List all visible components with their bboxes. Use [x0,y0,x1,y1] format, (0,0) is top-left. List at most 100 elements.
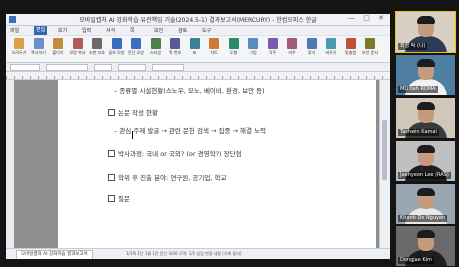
menu-item[interactable]: 보기 [58,27,67,34]
ribbon-toolbar: 오려두기 복사하기 붙이기 모양 복사 조판 부호 글자 모양 문단 모양 스타일 쪽 번호 표 차… [6,36,390,63]
menu-item[interactable]: 서식 [106,27,115,34]
participant-name: 최성 탁 (나) [398,43,428,50]
replace-icon [326,38,336,49]
sub-bullet-line: – 종류별 시설현황(스노우, 모노, 베이비, 환경, 보안 등) [114,85,265,95]
zoom-select[interactable] [152,64,184,71]
menu-item[interactable]: 파일 [10,27,19,34]
scroll-thumb[interactable] [382,120,387,180]
ribbon-button[interactable]: 쪽 번호 [166,37,184,61]
participant-name: Dongjae Kim [398,257,434,264]
security-icon [365,38,375,49]
left-gutter [6,80,14,248]
ribbon-button[interactable]: 미주 [283,37,301,61]
participant-tile[interactable]: Dongjae Kim [396,226,455,266]
person-hair [417,16,435,24]
title-bar: 모바일캡처 AI 강화학습 유관책임 기술(2024.5-1) 결과보고서(ME… [6,14,390,26]
ribbon-button[interactable]: 찾기 [303,37,321,61]
markup-icon [92,38,102,49]
person-hair [417,145,435,153]
line-text: – 관심 주제 발굴 → 관련 문헌 검색 → 집중 → 해결 노력 [114,127,267,135]
menu-item[interactable]: 도구 [202,27,211,34]
font-size-select[interactable] [94,64,112,71]
ribbon-button[interactable]: 바꾸기 [322,37,340,61]
ribbon-button[interactable]: 보안 문서 [361,37,379,61]
participant-tile[interactable]: Jaehyeon Lee (RAS) [396,141,455,181]
ribbon-button[interactable]: 차트 [205,37,223,61]
style-select[interactable] [10,64,40,71]
window-controls[interactable]: — ▢ ✕ [348,14,387,22]
font-select[interactable] [46,64,88,71]
vertical-scrollbar[interactable] [379,80,390,248]
menu-bar: 파일 편집 보기 입력 서식 쪽 보안 검토 도구 [6,26,390,35]
line-text: – 종류별 시설현황(스노우, 모노, 베이비, 환경, 보안 등) [114,87,265,95]
line-text: 논문 작성 현황 [118,109,159,117]
person-hair [417,230,435,238]
menu-item[interactable]: 쪽 [130,27,135,34]
checklist-item: 논문 작성 현황 [108,107,158,117]
ribbon-button[interactable]: 모양 복사 [69,37,87,61]
document-page[interactable]: – 종류별 시설현황(스노우, 모노, 베이비, 환경, 보안 등) 논문 작성 … [58,80,376,248]
format-bar [6,63,390,72]
chart-icon [209,38,219,49]
table-icon [189,38,200,49]
cut-icon [14,38,24,49]
person-hair [417,59,435,67]
ribbon-button[interactable]: 맞춤법 [342,37,360,61]
participant-name: MD Ilah ROMA [398,86,438,93]
ribbon-button[interactable]: 스타일 [147,37,165,61]
participant-name: Tashwin Kamal [398,129,439,136]
person-hair [417,102,435,110]
participant-name: Khanh Do Nguyen [398,215,448,222]
ribbon-button[interactable]: 도형 [225,37,243,61]
image-icon [248,38,258,49]
line-text: 질문 [118,195,130,203]
checkbox-glyph [108,109,115,116]
ribbon-button[interactable]: 글자 모양 [108,37,126,61]
ribbon-button[interactable]: 표 [186,37,204,61]
participant-tile[interactable]: Khanh Do Nguyen [396,184,455,224]
page-number-icon [170,38,180,49]
status-bar: 모바일캡처 AI 강화학습 결과보고서 1/1쪽 1단 1줄 1칸 문단 3/4… [6,248,390,259]
line-text: 학위 후 진출 분야: 연구원, 공기업, 학교 [118,174,227,182]
footnote-icon [267,38,278,49]
menu-item[interactable]: 편집 [34,26,48,35]
ribbon-button[interactable]: 복사하기 [30,37,48,61]
ribbon-button[interactable]: 오려두기 [10,37,28,61]
participant-tile[interactable]: 최성 탁 (나) [395,11,456,53]
checkbox-glyph [108,150,115,157]
status-text: 1/1쪽 1단 1줄 1칸 문단 3/40 구역: 1/1 삽입 변경 내용 [… [126,251,242,256]
para-shape-icon [131,38,141,49]
copy-icon [33,38,44,49]
window-title: 모바일캡처 AI 강화학습 유관책임 기술(2024.5-1) 결과보고서(ME… [79,17,317,24]
paste-icon [53,38,63,49]
menu-item[interactable]: 입력 [82,27,91,34]
ribbon-button-label: 보안 문서 [362,50,378,55]
document-tab[interactable]: 모바일캡처 AI 강화학습 결과보고서 [16,250,93,259]
line-text: 박사과정: 국내 or 국외? (or 경영학?) 장단점 [118,150,242,158]
spellcheck-icon [345,38,356,49]
document-area: – 종류별 시설현황(스노우, 모노, 베이비, 환경, 보안 등) 논문 작성 … [14,80,380,248]
checkbox-glyph [108,174,115,181]
participant-tile[interactable]: Tashwin Kamal [396,98,455,138]
format-painter-icon [72,38,83,49]
menu-item[interactable]: 보안 [154,27,163,34]
find-icon [306,38,317,49]
checklist-item: 질문 [108,193,130,203]
ribbon-button[interactable]: 문단 모양 [127,37,145,61]
ribbon-button[interactable]: 그림 [244,37,262,61]
sub-bullet-line: – 관심 주제 발굴 → 관련 문헌 검색 → 집중 → 해결 노력 [114,125,266,135]
ribbon-button[interactable]: 각주 [264,37,282,61]
checklist-item: 박사과정: 국내 or 국외? (or 경영학?) 장단점 [108,148,242,158]
participant-name: Jaehyeon Lee (RAS) [398,172,451,179]
participant-tile[interactable]: MD Ilah ROMA [396,55,455,95]
line-spacing-select[interactable] [118,64,146,71]
endnote-icon [287,38,297,49]
ribbon-button[interactable]: 붙이기 [49,37,67,61]
person-hair [417,188,435,196]
shape-icon [228,38,239,49]
shared-screen: 모바일캡처 AI 강화학습 유관책임 기술(2024.5-1) 결과보고서(ME… [6,14,390,259]
menu-item[interactable]: 검토 [178,27,187,34]
checklist-item: 학위 후 진출 분야: 연구원, 공기업, 학교 [108,172,226,182]
ribbon-button[interactable]: 조판 부호 [88,37,106,61]
ruler [6,72,390,80]
